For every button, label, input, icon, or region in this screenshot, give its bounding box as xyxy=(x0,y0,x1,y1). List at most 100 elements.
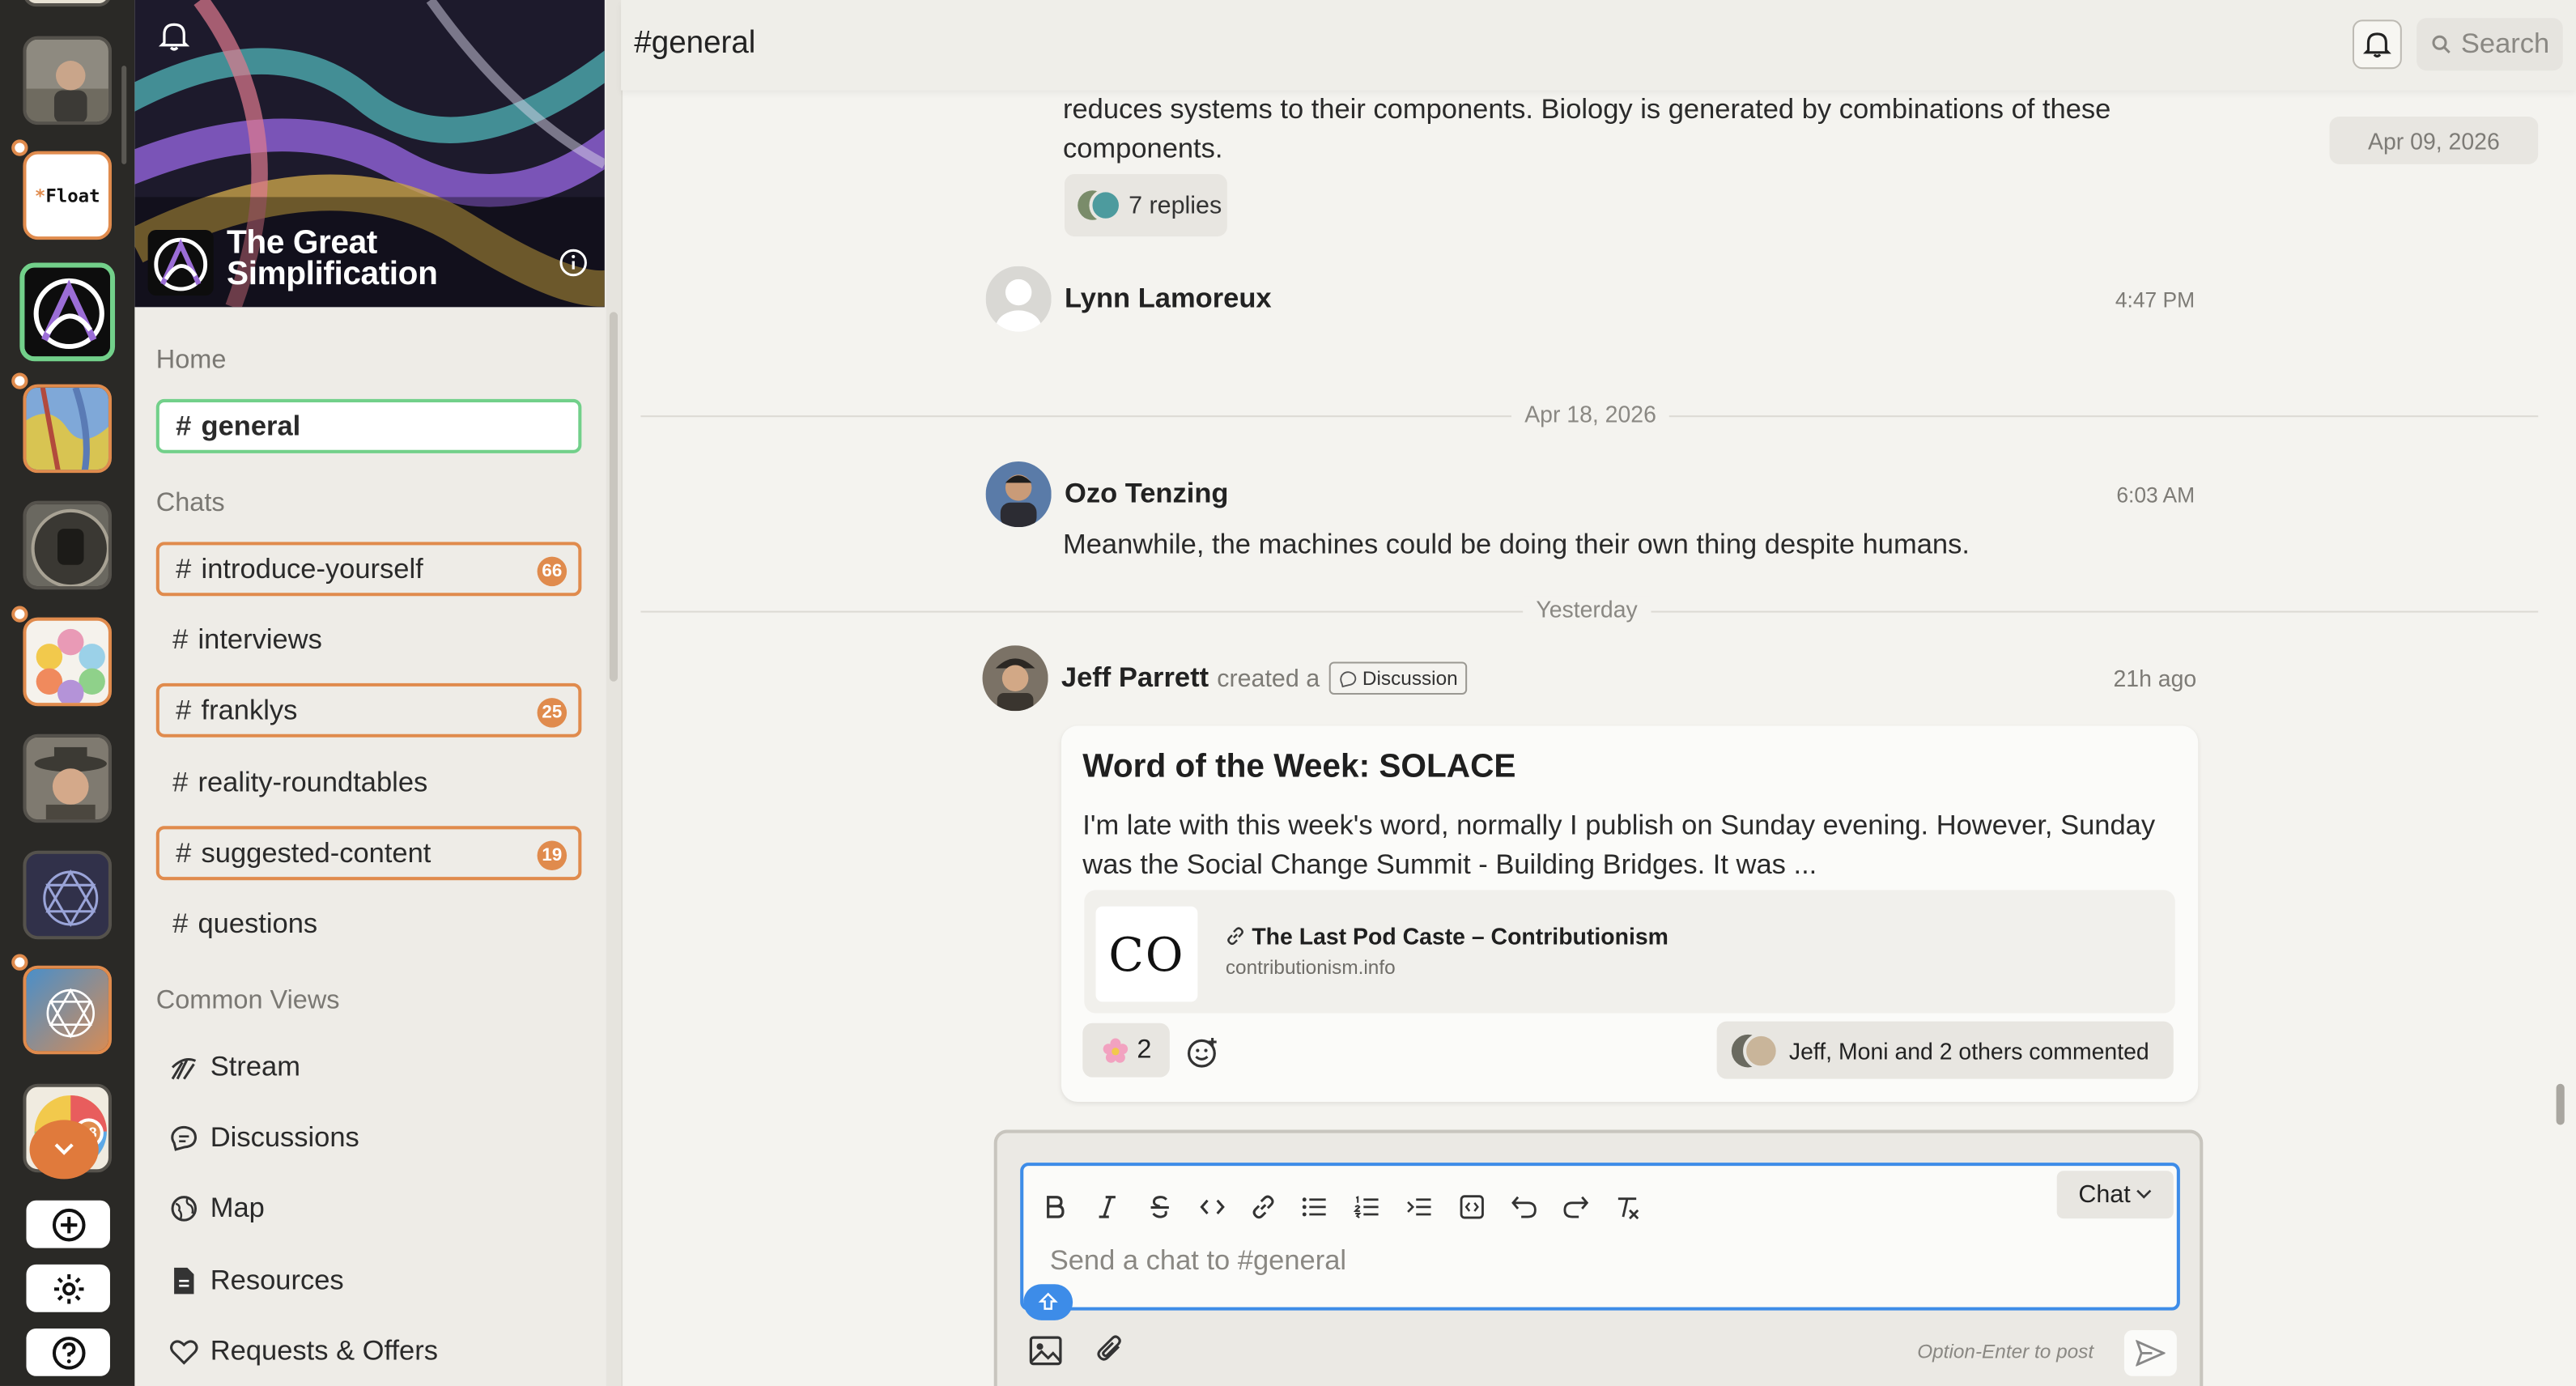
view-resources[interactable]: Resources xyxy=(168,1256,344,1306)
common-views-section-label: Common Views xyxy=(155,987,340,1015)
channel-general[interactable]: # general xyxy=(155,398,582,453)
post-header: Jeff Parrett created a Discussion xyxy=(1061,661,1468,695)
hash-icon: # xyxy=(176,552,192,585)
composer-mode-select[interactable]: Chat xyxy=(2056,1171,2174,1219)
workspace-great-simplification[interactable] xyxy=(19,262,116,362)
channel-notifications-button[interactable] xyxy=(2352,19,2402,70)
channel-introduce-yourself[interactable]: # introduce-yourself 66 xyxy=(155,542,582,597)
notification-bell-icon[interactable] xyxy=(158,19,191,53)
sidebar-scrollbar-thumb[interactable] xyxy=(609,312,618,682)
avatar[interactable] xyxy=(985,461,1052,528)
bullet-list-button[interactable] xyxy=(1296,1189,1333,1226)
view-stream[interactable]: Stream xyxy=(168,1043,300,1092)
link-button[interactable] xyxy=(1245,1189,1282,1226)
code-block-button[interactable] xyxy=(1454,1189,1490,1226)
channel-franklys[interactable]: # franklys 25 xyxy=(155,682,582,738)
expand-composer-button[interactable] xyxy=(1023,1284,1073,1320)
message-timestamp: 6:03 AM xyxy=(2116,483,2196,508)
post-excerpt-line: I'm late with this week's word, normally… xyxy=(1082,810,2156,841)
workspace-hexagon-flower[interactable] xyxy=(23,617,112,707)
reaction-button[interactable]: 2 xyxy=(1082,1022,1170,1078)
post-type-label: Discussion xyxy=(1362,666,1458,690)
channel-label: questions xyxy=(198,907,318,939)
community-logo xyxy=(147,229,214,296)
workspace-network-node[interactable] xyxy=(23,850,112,940)
unread-count-badge: 19 xyxy=(537,840,567,871)
workspace-portrait-user[interactable] xyxy=(23,36,112,125)
add-workspace-button[interactable] xyxy=(26,1200,110,1248)
add-reaction-icon[interactable] xyxy=(1186,1036,1219,1069)
workspace-float[interactable]: *Float xyxy=(23,151,112,240)
undo-icon xyxy=(1511,1196,1537,1218)
strikethrough-button[interactable] xyxy=(1141,1189,1178,1226)
send-button[interactable] xyxy=(2123,1330,2177,1376)
message-text-line: components. xyxy=(1062,133,1223,164)
community-sidebar: The Great Simplification Home # general C… xyxy=(134,0,623,1386)
link-thumbnail: CO xyxy=(1095,906,1198,1002)
paperclip-icon[interactable] xyxy=(1095,1333,1128,1367)
hash-icon: # xyxy=(172,907,189,939)
avatar[interactable] xyxy=(982,645,1048,712)
help-button[interactable] xyxy=(26,1328,110,1376)
search-button[interactable]: Search xyxy=(2417,18,2563,71)
float-logo-text: Float xyxy=(45,185,100,206)
link-preview[interactable]: CO The Last Pod Caste – Contributionism … xyxy=(1084,890,2175,1014)
indent-button[interactable] xyxy=(1401,1189,1438,1226)
settings-button[interactable] xyxy=(26,1264,110,1312)
workspace-map-art[interactable] xyxy=(23,384,112,474)
view-label: Resources xyxy=(210,1264,344,1296)
message-timestamp: 21h ago xyxy=(2113,665,2197,691)
post-title[interactable]: Word of the Week: SOLACE xyxy=(1082,749,1515,787)
view-map[interactable]: Map xyxy=(168,1184,265,1233)
message-composer: Chat Send a chat to #general Option-Ente… xyxy=(993,1129,2204,1386)
date-divider-label: Apr 18, 2026 xyxy=(1511,400,1670,427)
image-upload-icon[interactable] xyxy=(1028,1333,1065,1367)
channel-interviews[interactable]: # interviews xyxy=(156,613,582,667)
scroll-down-button[interactable] xyxy=(29,1120,99,1180)
home-section-label: Home xyxy=(155,346,227,375)
bell-icon xyxy=(2362,32,2391,57)
view-requests-offers[interactable]: Requests & Offers xyxy=(168,1327,438,1376)
numbered-list-button[interactable] xyxy=(1349,1189,1385,1226)
clear-formatting-button[interactable] xyxy=(1610,1189,1647,1226)
undo-button[interactable] xyxy=(1507,1189,1543,1226)
chat-editor[interactable]: Chat Send a chat to #general xyxy=(1020,1163,2180,1311)
post-card[interactable]: Word of the Week: SOLACE I'm late with t… xyxy=(1061,725,2199,1103)
message-scrollbar[interactable] xyxy=(2556,1083,2565,1125)
bold-button[interactable] xyxy=(1036,1189,1073,1226)
message-author[interactable]: Jeff Parrett xyxy=(1061,661,1209,695)
rail-scrollbar[interactable] xyxy=(121,66,127,164)
code-button[interactable] xyxy=(1194,1189,1231,1226)
avatar[interactable] xyxy=(985,266,1052,332)
plus-circle-icon xyxy=(51,1207,85,1241)
commenter-avatars-icon xyxy=(1731,1031,1779,1069)
channel-reality-roundtables[interactable]: # reality-roundtables xyxy=(156,755,582,810)
view-label: Discussions xyxy=(210,1121,359,1153)
workspace-sacred-geometry[interactable] xyxy=(23,965,112,1055)
italic-button[interactable] xyxy=(1089,1189,1125,1226)
message-author[interactable]: Lynn Lamoreux xyxy=(1065,283,1272,316)
view-discussions[interactable]: Discussions xyxy=(168,1113,359,1163)
replies-button[interactable]: 7 replies xyxy=(1064,174,1227,237)
composer-mode-label: Chat xyxy=(2078,1180,2131,1209)
info-icon[interactable] xyxy=(559,248,589,278)
workspace-fist-seal[interactable] xyxy=(23,500,112,590)
chat-input-placeholder[interactable]: Send a chat to #general xyxy=(1050,1245,1346,1278)
channel-suggested-content[interactable]: # suggested-content 19 xyxy=(155,826,582,881)
discussions-icon xyxy=(171,1125,198,1151)
post-action: created a xyxy=(1217,664,1320,692)
date-divider-label: Yesterday xyxy=(1523,596,1651,623)
message-author[interactable]: Ozo Tenzing xyxy=(1065,478,1229,511)
unread-dot xyxy=(11,372,28,389)
comments-summary[interactable]: Jeff, Moni and 2 others commented xyxy=(1716,1021,2174,1079)
view-label: Map xyxy=(210,1192,265,1224)
comment-summary-text: Jeff, Moni and 2 others commented xyxy=(1788,1036,2149,1064)
gear-icon xyxy=(53,1273,83,1303)
chevron-down-icon xyxy=(54,1143,74,1155)
bold-icon xyxy=(1047,1196,1065,1218)
redo-button[interactable] xyxy=(1558,1189,1594,1226)
channel-questions[interactable]: # questions xyxy=(156,897,582,951)
search-label: Search xyxy=(2460,28,2550,60)
workspace-hat-portrait[interactable] xyxy=(23,733,112,823)
workspace-partial[interactable] xyxy=(23,0,112,7)
